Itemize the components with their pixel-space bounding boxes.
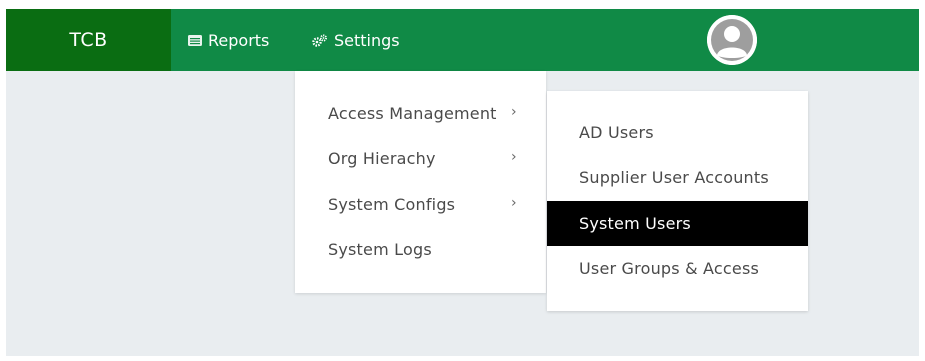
- menu-item-access-management[interactable]: Access Management ›: [328, 98, 538, 128]
- submenu-item-supplier-user-accounts[interactable]: Supplier User Accounts: [547, 155, 808, 200]
- menu-item-system-configs[interactable]: System Configs ›: [328, 189, 538, 219]
- chevron-right-icon: ›: [511, 149, 517, 165]
- top-navbar: TCB Reports Settings: [6, 9, 919, 71]
- menu-item-label: Access Management: [328, 103, 497, 123]
- menu-item-label: System Configs: [328, 194, 456, 214]
- list-icon: [188, 34, 202, 46]
- menu-item-system-logs[interactable]: System Logs: [328, 234, 538, 264]
- nav-reports[interactable]: Reports: [188, 9, 269, 71]
- settings-dropdown: Access Management › Org Hierachy › Syste…: [295, 71, 546, 293]
- submenu-item-user-groups-access[interactable]: User Groups & Access: [547, 246, 808, 291]
- nav-settings[interactable]: Settings: [312, 9, 400, 71]
- access-management-submenu: AD Users Supplier User Accounts System U…: [547, 91, 808, 311]
- gears-icon: [312, 34, 328, 47]
- nav-settings-label: Settings: [334, 30, 400, 50]
- submenu-item-system-users[interactable]: System Users: [547, 201, 808, 246]
- menu-item-org-hierachy[interactable]: Org Hierachy ›: [328, 143, 538, 173]
- nav-reports-label: Reports: [208, 30, 270, 50]
- chevron-right-icon: ›: [511, 104, 517, 120]
- brand-logo[interactable]: TCB: [6, 9, 171, 71]
- chevron-right-icon: ›: [511, 195, 517, 211]
- submenu-item-label: AD Users: [579, 123, 654, 142]
- submenu-item-ad-users[interactable]: AD Users: [547, 110, 808, 155]
- menu-item-label: System Logs: [328, 239, 432, 259]
- submenu-item-label: Supplier User Accounts: [579, 168, 769, 187]
- user-avatar-icon[interactable]: [707, 15, 757, 65]
- menu-item-label: Org Hierachy: [328, 148, 436, 168]
- submenu-item-label: User Groups & Access: [579, 259, 760, 278]
- submenu-item-label: System Users: [579, 214, 691, 233]
